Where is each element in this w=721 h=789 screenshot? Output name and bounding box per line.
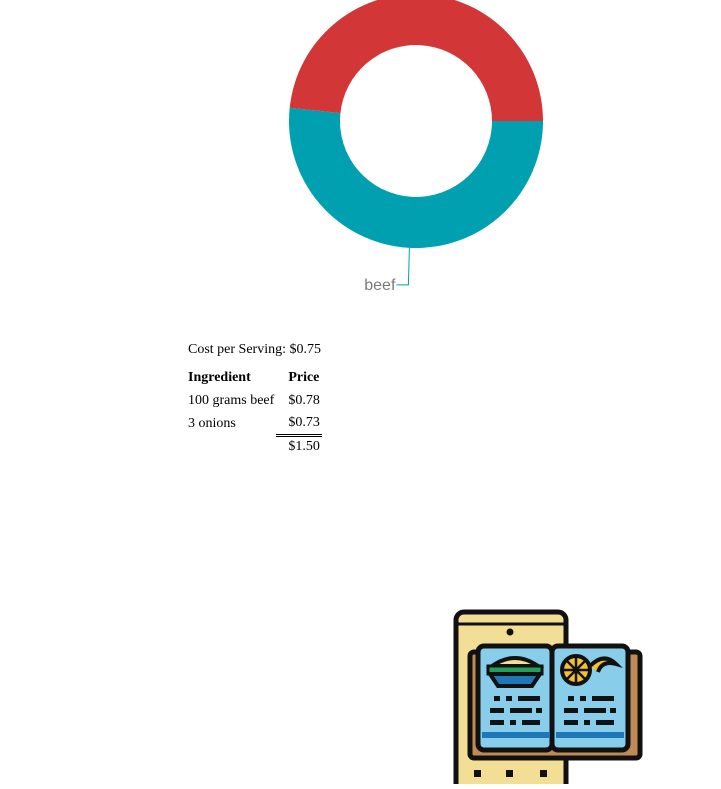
total-price-cell: $1.50 (276, 434, 322, 458)
donut-label-beef: beef (364, 277, 396, 294)
price-cell: $0.73 (288, 415, 320, 430)
cost-per-serving-label: Cost per Serving: (188, 342, 286, 357)
table-row: 3 onions $0.73 (186, 412, 322, 436)
total-spacer-cell (186, 436, 276, 459)
ingredient-cell: 3 onions (188, 415, 236, 431)
ingredient-price-table: Ingredient Price 100 grams beef $0.78 3 … (186, 368, 322, 458)
price-cell: $0.78 (288, 393, 320, 408)
table-header-row: Ingredient Price (186, 368, 322, 390)
ingredient-cost-donut-chart: beef (0, 0, 721, 320)
cost-per-serving-value: $0.75 (289, 342, 322, 357)
donut-label-leader-beef (396, 247, 410, 286)
donut-slice-beef (288, 107, 543, 249)
cost-per-serving: Cost per Serving: $0.75 (188, 342, 321, 358)
donut-chart-svg: beef (288, 0, 543, 294)
recipe-book-phone-graphic (453, 609, 643, 789)
price-column-header: Price (288, 370, 320, 385)
donut-slice-onions (289, 0, 543, 121)
recipe-book-phone-icon (452, 608, 644, 789)
table-row: 100 grams beef $0.78 (186, 390, 322, 412)
ingredient-cell: 100 grams beef (188, 393, 275, 408)
total-row: $1.50 (186, 434, 322, 459)
ingredient-column-header: Ingredient (188, 370, 251, 385)
